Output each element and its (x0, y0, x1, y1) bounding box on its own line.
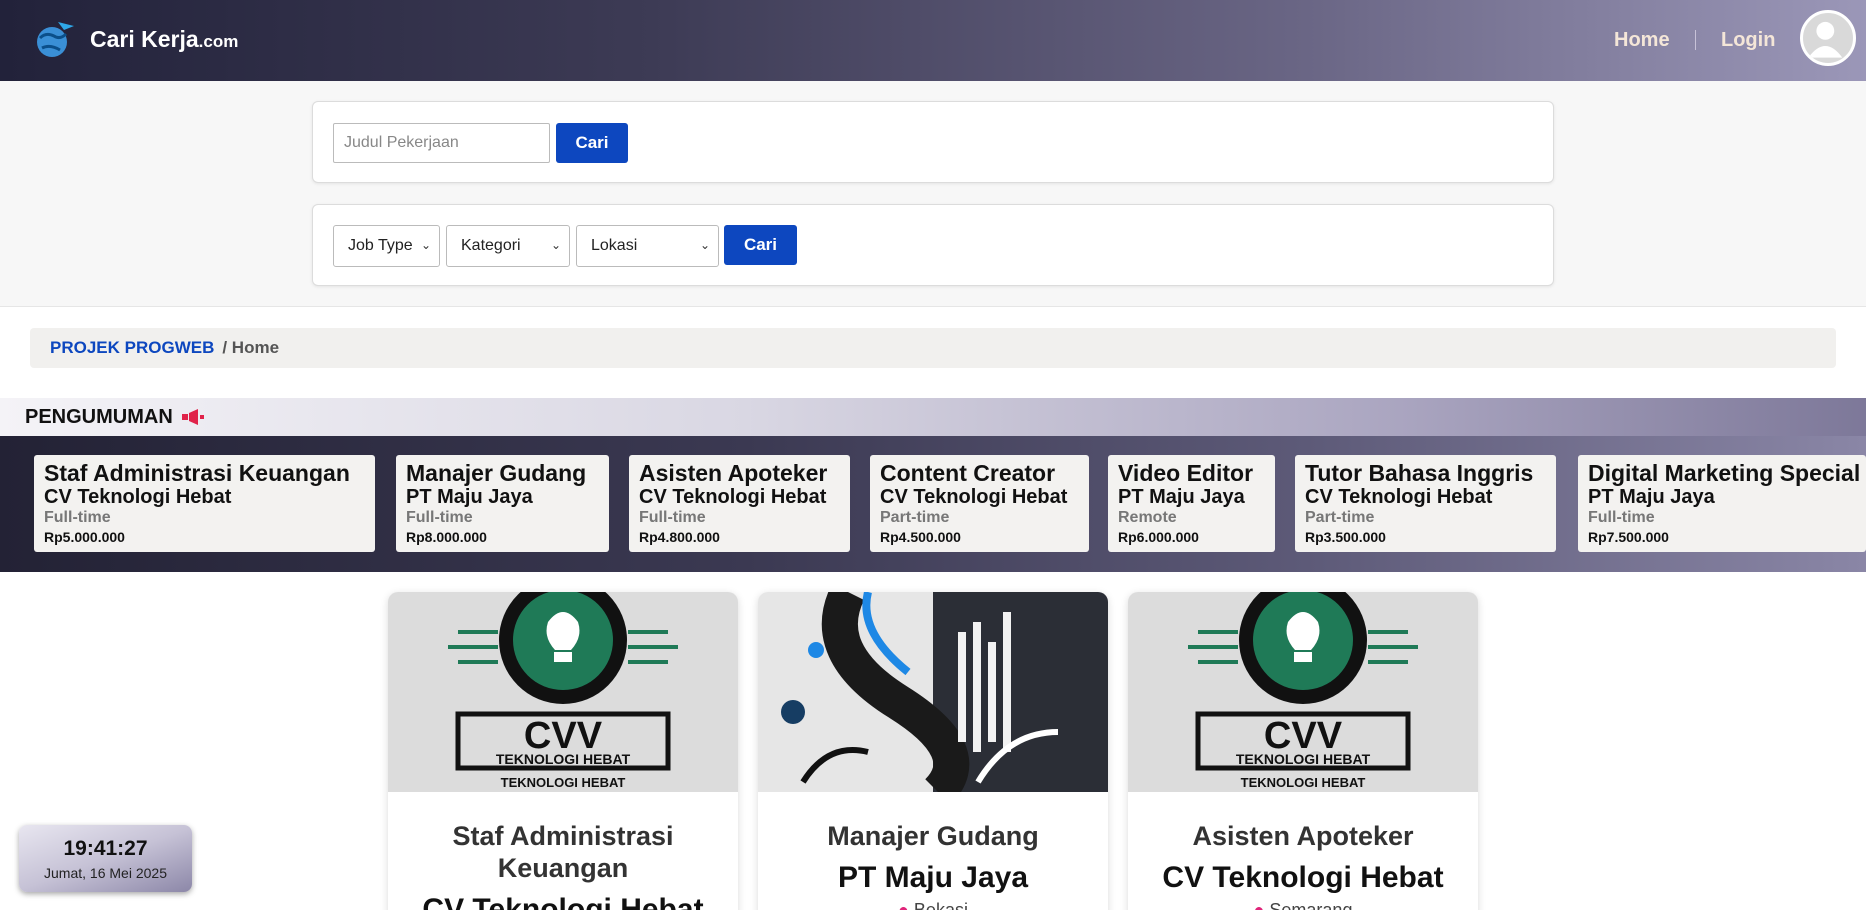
filter-search-button[interactable]: Cari (724, 225, 797, 265)
search-button[interactable]: Cari (556, 123, 628, 163)
job-company: CV Teknologi Hebat (1162, 861, 1444, 894)
announcement-company: CV Teknologi Hebat (44, 486, 232, 508)
announcement-job-type: Full-time (639, 509, 706, 526)
logo-subtext: TEKNOLOGI HEBAT (1236, 751, 1371, 767)
location-pin-icon: ● (898, 900, 909, 910)
filter-panel: Job Type ⌄ Kategori ⌄ Lokasi ⌄ Cari (312, 204, 1554, 286)
job-card-body: Staf Administrasi Keuangan CV Teknologi … (388, 792, 738, 910)
announcement-job-type: Remote (1118, 509, 1177, 526)
job-location: ● Semarang (1128, 900, 1478, 910)
announcement-job-type: Full-time (1588, 509, 1655, 526)
job-title-search-input[interactable] (333, 123, 550, 163)
announcement-card[interactable]: Digital Marketing Special PT Maju Jaya F… (1578, 455, 1866, 552)
announcement-job-type: Full-time (44, 509, 111, 526)
location-pin-icon: ● (1253, 900, 1265, 910)
announcement-salary: Rp4.500.000 (880, 529, 961, 545)
announcement-job-title: Manajer Gudang (406, 460, 587, 486)
announcement-job-type: Part-time (1305, 509, 1375, 526)
job-card-body: Asisten Apoteker CV Teknologi Hebat ● Se… (1128, 792, 1478, 910)
clock-date: Jumat, 16 Mei 2025 (44, 865, 167, 881)
announcement-job-title: Staf Administrasi Keuangan (44, 460, 350, 486)
announcement-company: CV Teknologi Hebat (880, 486, 1068, 508)
announcement-job-type: Full-time (406, 509, 473, 526)
company-logo-image: CVV TEKNOLOGI HEBAT TEKNOLOGI HEBAT (1128, 592, 1478, 792)
globe-logo-icon[interactable] (30, 16, 78, 64)
job-card[interactable]: CVV TEKNOLOGI HEBAT TEKNOLOGI HEBAT Staf… (388, 592, 738, 910)
location-select-value: Lokasi (591, 237, 638, 254)
announcement-company: CV Teknologi Hebat (1305, 486, 1493, 508)
brand-main: Cari Kerja (90, 26, 199, 52)
clock-time: 19:41:27 (63, 837, 148, 860)
announcement-card[interactable]: Content Creator CV Teknologi Hebat Part-… (870, 455, 1089, 552)
announcement-job-type: Part-time (880, 509, 950, 526)
announcement-card[interactable]: Video Editor PT Maju Jaya Remote Rp6.000… (1108, 455, 1275, 552)
announcement-card[interactable]: Staf Administrasi Keuangan CV Teknologi … (34, 455, 375, 552)
announcement-salary: Rp6.000.000 (1118, 529, 1199, 545)
announcement-job-title: Content Creator (880, 460, 1056, 486)
clock-widget: 19:41:27 Jumat, 16 Mei 2025 (19, 825, 192, 892)
announcement-salary: Rp4.800.000 (639, 529, 720, 545)
job-company: CV Teknologi Hebat (422, 893, 704, 910)
announcement-company: CV Teknologi Hebat (639, 486, 827, 508)
announcement-card[interactable]: Tutor Bahasa Inggris CV Teknologi Hebat … (1295, 455, 1556, 552)
announcement-salary: Rp3.500.000 (1305, 529, 1386, 545)
job-company: PT Maju Jaya (837, 861, 1029, 894)
company-logo-image (758, 592, 1108, 792)
job-card[interactable]: CVV TEKNOLOGI HEBAT TEKNOLOGI HEBAT Asis… (1128, 592, 1478, 910)
logo-subtext: TEKNOLOGI HEBAT (501, 775, 626, 790)
job-card-body: Manajer Gudang PT Maju Jaya ● Bekasi (758, 792, 1108, 910)
chevron-down-icon: ⌄ (550, 238, 561, 252)
announcement-ticker: Staf Administrasi Keuangan CV Teknologi … (0, 436, 1866, 572)
breadcrumb-current: / Home (222, 338, 280, 357)
keyword-search-panel: Cari (312, 101, 1554, 183)
announcement-header: PENGUMUMAN (0, 398, 1866, 436)
logo-subtext: TEKNOLOGI HEBAT (1241, 775, 1366, 790)
brand-suffix: .com (198, 32, 239, 51)
announcement-company: PT Maju Jaya (1588, 486, 1715, 508)
announcement-title: PENGUMUMAN (25, 406, 173, 428)
announcement-job-title: Tutor Bahasa Inggris (1305, 460, 1534, 486)
category-select-value: Kategori (461, 237, 521, 254)
job-type-select-value: Job Type (348, 237, 413, 254)
announcement-salary: Rp5.000.000 (44, 529, 125, 545)
announcement-job-title: Asisten Apoteker (639, 460, 828, 486)
announcement-company: PT Maju Jaya (406, 486, 533, 508)
job-card[interactable]: Manajer Gudang PT Maju Jaya ● Bekasi (758, 592, 1108, 910)
company-logo-image: CVV TEKNOLOGI HEBAT TEKNOLOGI HEBAT (388, 592, 738, 792)
job-location-text: Bekasi (913, 900, 968, 910)
nav-divider (1695, 30, 1696, 50)
breadcrumb-root-link[interactable]: PROJEK PROGWEB (50, 338, 214, 358)
nav-home-link[interactable]: Home (1614, 29, 1670, 52)
job-title: Staf Administrasi Keuangan (452, 821, 674, 883)
user-avatar-icon[interactable] (1800, 10, 1856, 66)
nav-login-link[interactable]: Login (1721, 29, 1775, 52)
announcement-salary: Rp8.000.000 (406, 529, 487, 545)
megaphone-icon (182, 409, 204, 425)
announcement-company: PT Maju Jaya (1118, 486, 1245, 508)
announcement-card[interactable]: Manajer Gudang PT Maju Jaya Full-time Rp… (396, 455, 609, 552)
job-type-select[interactable]: Job Type ⌄ (333, 225, 440, 267)
chevron-down-icon: ⌄ (699, 238, 710, 252)
job-title: Manajer Gudang (827, 821, 1039, 851)
chevron-down-icon: ⌄ (420, 238, 431, 252)
brand-name[interactable]: Cari Kerja.com (90, 26, 238, 53)
announcement-card[interactable]: Asisten Apoteker CV Teknologi Hebat Full… (629, 455, 850, 552)
category-select[interactable]: Kategori ⌄ (446, 225, 570, 267)
job-location-text: Semarang (1269, 900, 1353, 910)
breadcrumb: PROJEK PROGWEB / Home (30, 328, 1836, 368)
job-location: ● Bekasi (758, 900, 1108, 910)
announcement-salary: Rp7.500.000 (1588, 529, 1669, 545)
announcement-job-title: Digital Marketing Special (1588, 460, 1861, 486)
top-navbar: Cari Kerja.com Home Login (0, 0, 1866, 81)
job-title: Asisten Apoteker (1192, 821, 1414, 851)
announcement-job-title: Video Editor (1118, 460, 1254, 486)
logo-subtext: TEKNOLOGI HEBAT (496, 751, 631, 767)
location-select[interactable]: Lokasi ⌄ (576, 225, 719, 267)
